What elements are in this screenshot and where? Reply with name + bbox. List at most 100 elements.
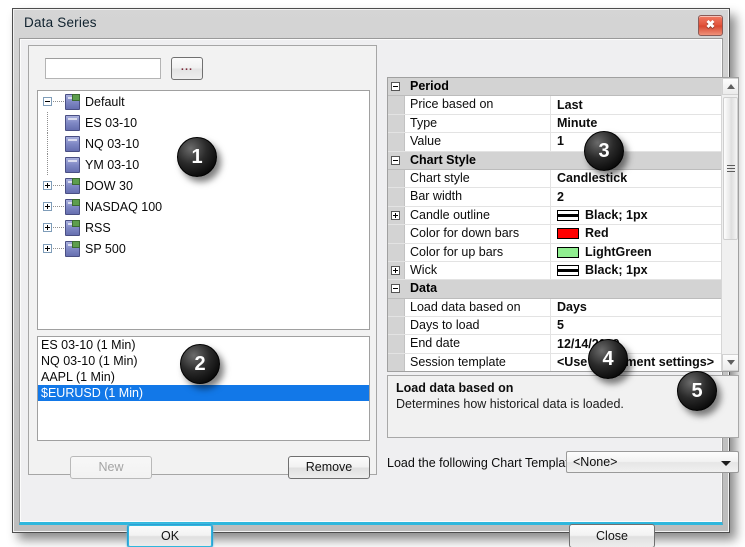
property-value[interactable]: Candlestick xyxy=(551,170,721,187)
property-value[interactable]: Minute xyxy=(551,115,721,132)
instrument-tree[interactable]: DefaultES 03-10 NQ 03-10 YM 03-10 DOW 30 NAS… xyxy=(37,90,370,330)
tree-item-label: NQ 03-10 xyxy=(85,137,139,151)
property-row[interactable]: WickBlack; 1px xyxy=(388,262,721,280)
browse-button[interactable]: ... xyxy=(171,57,203,80)
property-value-text: Days xyxy=(557,299,587,316)
callout-badge-4: 4 xyxy=(588,339,628,379)
scrollbar-thumb[interactable] xyxy=(723,97,738,240)
database-multi-icon xyxy=(65,199,80,215)
tree-expand-icon[interactable] xyxy=(43,181,52,190)
property-collapse-icon[interactable] xyxy=(391,284,400,293)
property-value[interactable]: Black; 1px xyxy=(551,207,721,224)
tree-expand-icon[interactable] xyxy=(43,223,52,232)
property-row[interactable]: Value1 xyxy=(388,133,721,151)
property-row[interactable]: Color for down barsRed xyxy=(388,225,721,243)
chevron-down-icon xyxy=(721,461,731,466)
tree-item[interactable]: Default xyxy=(38,91,369,112)
chart-template-value: <None> xyxy=(573,455,617,469)
property-name: Days to load xyxy=(405,317,551,334)
property-row[interactable]: Days to load5 xyxy=(388,317,721,335)
property-gutter xyxy=(388,170,405,187)
property-row[interactable]: End date12/14/2009 xyxy=(388,335,721,353)
property-row[interactable]: Color for up barsLightGreen xyxy=(388,244,721,262)
property-value[interactable]: Days xyxy=(551,299,721,316)
tree-item[interactable]: DOW 30 xyxy=(38,175,369,196)
remove-button[interactable]: Remove xyxy=(288,456,370,479)
property-value-text: Black; 1px xyxy=(585,207,648,224)
property-row[interactable]: Candle outlineBlack; 1px xyxy=(388,207,721,225)
property-row[interactable]: Chart styleCandlestick xyxy=(388,170,721,188)
ok-button[interactable]: OK xyxy=(127,524,213,547)
property-collapse-icon[interactable] xyxy=(391,82,400,91)
property-row[interactable]: Bar width2 xyxy=(388,188,721,206)
callout-badge-2: 2 xyxy=(180,344,220,384)
callout-badge-1: 1 xyxy=(177,137,217,177)
tree-connector-line xyxy=(47,133,49,154)
property-value[interactable]: 5 xyxy=(551,317,721,334)
property-value[interactable]: LightGreen xyxy=(551,244,721,261)
close-button[interactable]: ✖ xyxy=(698,15,723,36)
property-value[interactable]: Red xyxy=(551,225,721,242)
instrument-selection-panel: ... DefaultES 03-10 NQ 03-10 YM 03-10 DOW 3… xyxy=(28,45,377,475)
property-value-text: 2 xyxy=(557,189,564,206)
instrument-search-input[interactable] xyxy=(45,58,161,79)
callout-badge-3: 3 xyxy=(584,131,624,171)
chart-template-dropdown[interactable]: <None> xyxy=(566,451,739,473)
property-name: Chart style xyxy=(405,170,551,187)
property-value[interactable]: <Use instrument settings> xyxy=(551,354,721,371)
property-collapse-icon[interactable] xyxy=(391,156,400,165)
property-expand-icon[interactable] xyxy=(391,266,400,275)
property-gutter xyxy=(388,244,405,261)
property-row[interactable]: Session template<Use instrument settings… xyxy=(388,354,721,372)
property-gutter xyxy=(388,299,405,316)
property-name: Price based on xyxy=(405,96,551,113)
tree-connector-dots xyxy=(53,227,64,229)
property-value[interactable]: 12/14/2009 xyxy=(551,335,721,352)
property-value-text: Last xyxy=(557,97,583,114)
property-expand-icon[interactable] xyxy=(391,211,400,220)
tree-collapse-icon[interactable] xyxy=(43,97,52,106)
property-row[interactable]: Load data based onDays xyxy=(388,299,721,317)
property-gutter xyxy=(388,115,405,132)
tree-item[interactable]: NASDAQ 100 xyxy=(38,196,369,217)
scroll-up-arrow-icon[interactable] xyxy=(722,78,739,95)
database-multi-icon xyxy=(65,220,80,236)
property-gutter xyxy=(388,96,405,113)
property-name: Period xyxy=(405,78,721,95)
property-value-text: 1 xyxy=(557,133,564,150)
close-dialog-button[interactable]: Close xyxy=(569,524,655,547)
property-gutter xyxy=(388,280,405,297)
tree-item[interactable]: ES 03-10 xyxy=(38,112,369,133)
list-item[interactable]: $EURUSD (1 Min) xyxy=(38,385,369,401)
property-gutter xyxy=(388,207,405,224)
database-multi-icon xyxy=(65,241,80,257)
property-gutter xyxy=(388,133,405,150)
property-value[interactable]: Last xyxy=(551,96,721,113)
tree-connector-line xyxy=(47,112,49,133)
tree-expand-icon[interactable] xyxy=(43,202,52,211)
property-name: Type xyxy=(405,115,551,132)
property-value[interactable]: 2 xyxy=(551,188,721,205)
property-category-row: Data xyxy=(388,280,721,298)
tree-expand-icon[interactable] xyxy=(43,244,52,253)
property-row[interactable]: Price based on Last xyxy=(388,96,721,114)
scroll-down-arrow-icon[interactable] xyxy=(722,354,739,371)
property-category-row: Chart Style xyxy=(388,152,721,170)
property-row[interactable]: TypeMinute xyxy=(388,115,721,133)
property-grid-scrollbar[interactable] xyxy=(721,78,738,371)
tree-item[interactable]: SP 500 xyxy=(38,238,369,259)
property-value-text: Red xyxy=(585,225,609,242)
tree-item[interactable]: RSS xyxy=(38,217,369,238)
tree-connector-dots xyxy=(53,185,64,187)
property-value[interactable]: Black; 1px xyxy=(551,262,721,279)
property-gutter xyxy=(388,317,405,334)
property-name: Data xyxy=(405,280,721,297)
tree-item-label: YM 03-10 xyxy=(85,158,139,172)
color-swatch-icon xyxy=(557,247,579,258)
scrollbar-grip-icon xyxy=(727,165,735,173)
property-grid[interactable]: PeriodPrice based onLastTypeMinuteValue1… xyxy=(387,77,739,372)
tree-item-label: NASDAQ 100 xyxy=(85,200,162,214)
new-button[interactable]: New xyxy=(70,456,152,479)
property-value[interactable]: 1 xyxy=(551,133,721,150)
property-name: Color for up bars xyxy=(405,244,551,261)
